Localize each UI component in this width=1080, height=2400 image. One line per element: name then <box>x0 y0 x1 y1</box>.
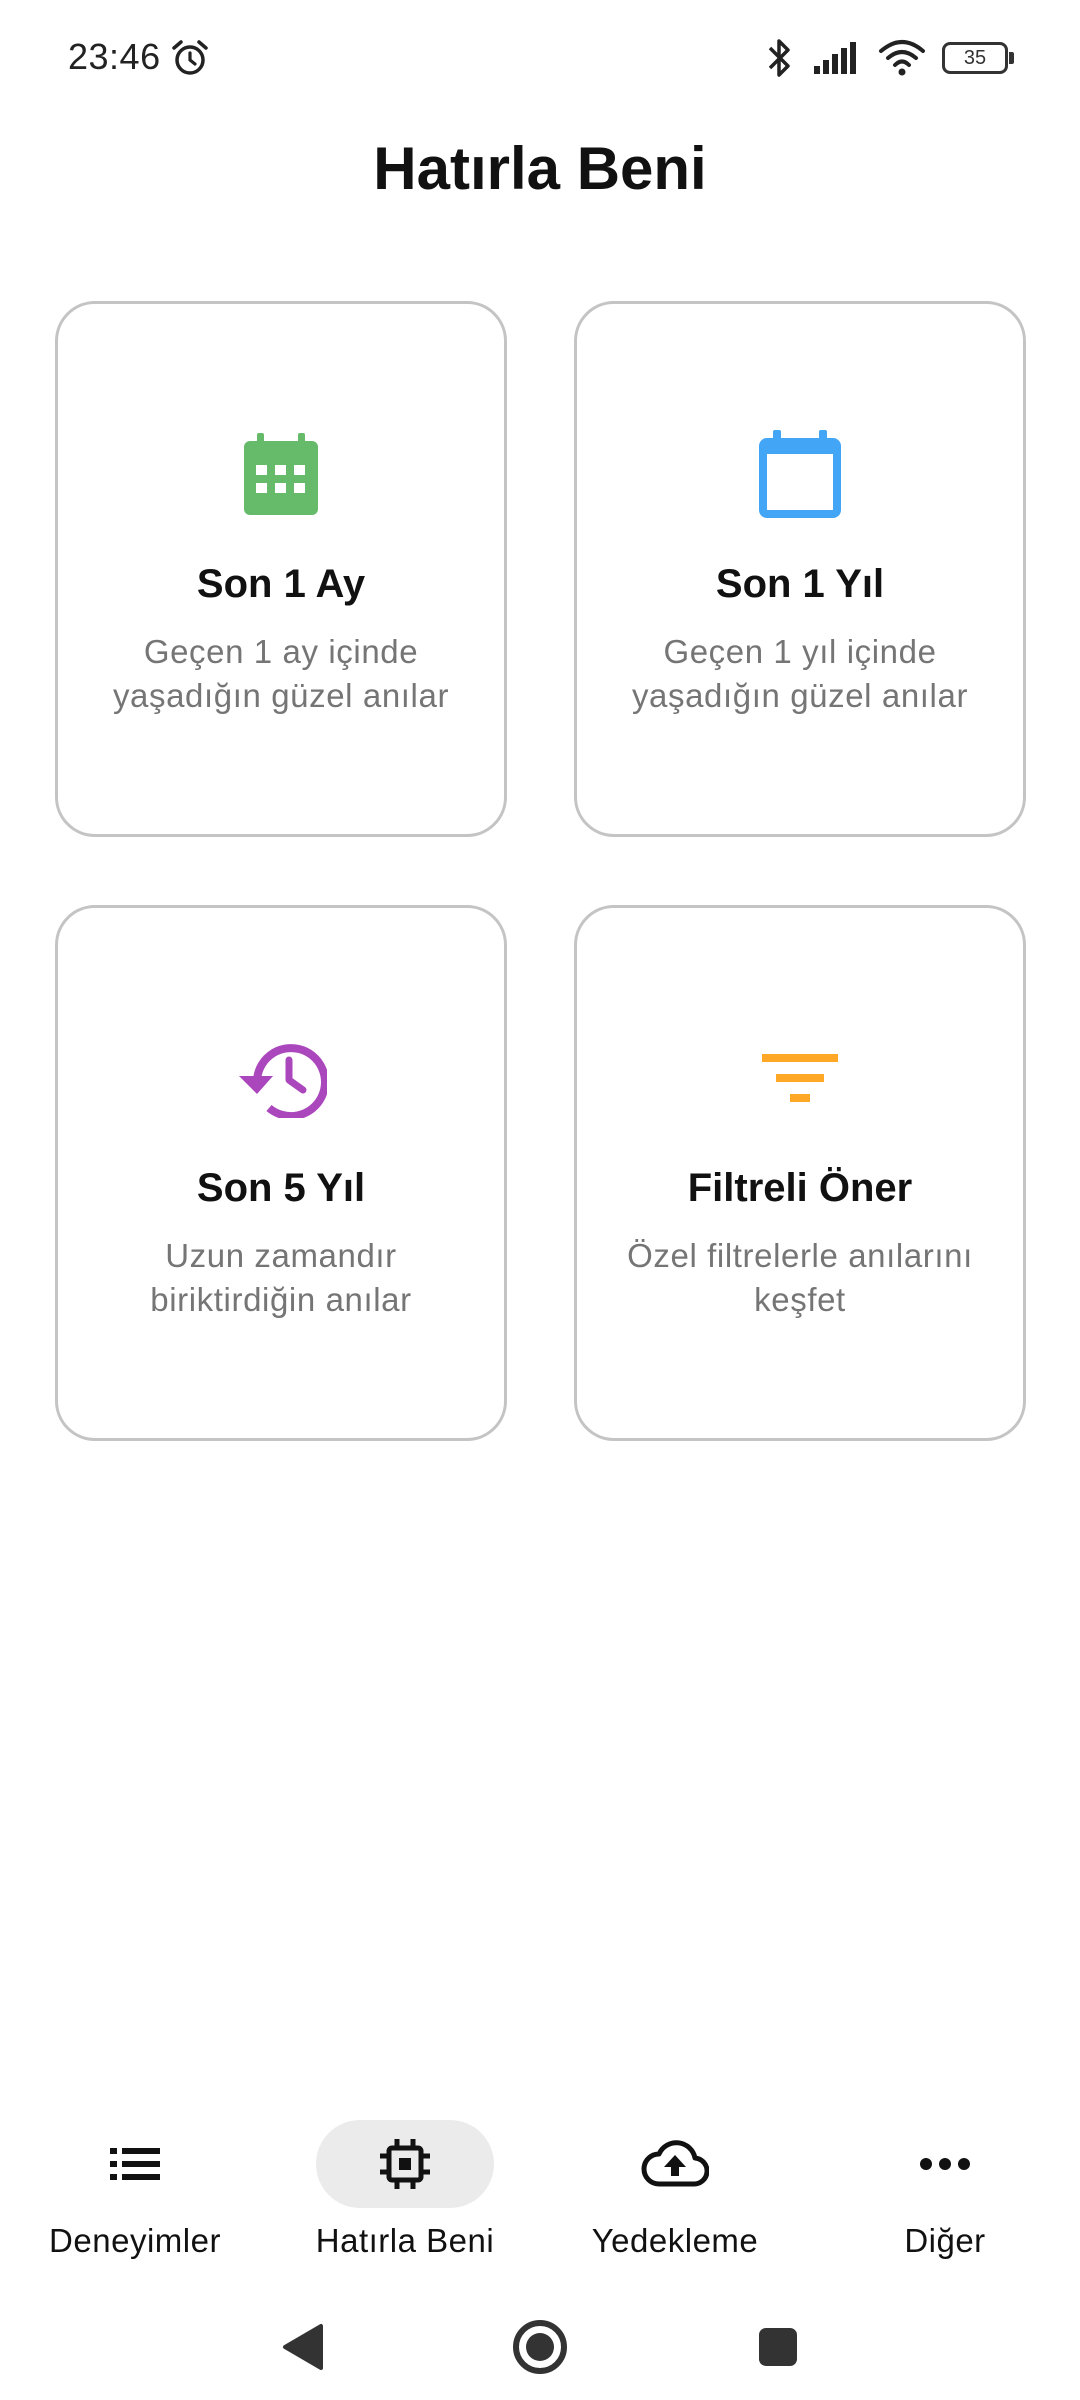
signal-icon <box>814 42 856 74</box>
card-description: Uzun zamandır biriktirdiğin anılar <box>150 1237 412 1318</box>
cloud-upload-icon <box>641 2140 709 2187</box>
card-description: Geçen 1 yıl içinde yaşadığın güzel anıla… <box>631 633 969 714</box>
status-bar: 23:46 35 <box>0 0 1080 120</box>
list-icon <box>110 2148 160 2180</box>
nav-label: Hatırla Beni <box>315 2222 495 2259</box>
card-title: Son 5 Yıl <box>196 1166 366 1210</box>
bluetooth-icon <box>768 39 790 77</box>
card-last-month[interactable]: Son 1 Ay Geçen 1 ay içinde yaşadığın güz… <box>55 301 507 837</box>
bottom-navigation: Deneyimler Hatırla Beni Yedekleme Diğer <box>0 2100 1080 2280</box>
wifi-icon <box>879 40 925 76</box>
card-description: Geçen 1 ay içinde yaşadığın güzel anılar <box>112 633 450 714</box>
calendar-icon <box>754 428 846 520</box>
card-description: Özel filtrelerle anılarını keşfet <box>627 1237 973 1318</box>
home-icon <box>513 2320 567 2374</box>
chip-icon <box>380 2139 430 2189</box>
back-icon <box>283 2324 323 2370</box>
recents-button[interactable] <box>743 2312 813 2382</box>
home-button[interactable] <box>505 2312 575 2382</box>
nav-label: Diğer <box>904 2222 986 2259</box>
calendar-grid-icon <box>235 428 327 520</box>
back-button[interactable] <box>268 2312 338 2382</box>
history-icon <box>235 1032 327 1124</box>
nav-pill <box>586 2120 764 2208</box>
nav-item-hatirla-beni[interactable]: Hatırla Beni <box>270 2100 540 2280</box>
filter-icon <box>754 1032 846 1124</box>
nav-label: Deneyimler <box>49 2222 221 2259</box>
card-last-year[interactable]: Son 1 Yıl Geçen 1 yıl içinde yaşadığın g… <box>574 301 1026 837</box>
nav-pill <box>856 2120 1034 2208</box>
nav-pill-active <box>316 2120 494 2208</box>
status-time: 23:46 <box>68 36 161 77</box>
nav-item-deneyimler[interactable]: Deneyimler <box>0 2100 270 2280</box>
nav-item-diger[interactable]: Diğer <box>810 2100 1080 2280</box>
system-navigation-bar <box>0 2290 1080 2400</box>
card-title: Filtreli Öner <box>687 1166 913 1210</box>
card-title: Son 1 Yıl <box>715 562 885 606</box>
alarm-icon <box>172 40 208 75</box>
more-horiz-icon <box>920 2158 970 2170</box>
nav-pill <box>46 2120 224 2208</box>
battery-indicator: 35 <box>942 42 1014 74</box>
page-title: Hatırla Beni <box>373 135 707 202</box>
nav-item-yedekleme[interactable]: Yedekleme <box>540 2100 810 2280</box>
battery-level: 35 <box>963 46 987 69</box>
recents-icon <box>759 2328 797 2366</box>
card-filtered-suggest[interactable]: Filtreli Öner Özel filtrelerle anılarını… <box>574 905 1026 1441</box>
status-icons: 35 <box>762 36 1014 80</box>
card-title: Son 1 Ay <box>196 562 366 606</box>
nav-label: Yedekleme <box>591 2222 759 2259</box>
card-last-5-years[interactable]: Son 5 Yıl Uzun zamandır biriktirdiğin an… <box>55 905 507 1441</box>
